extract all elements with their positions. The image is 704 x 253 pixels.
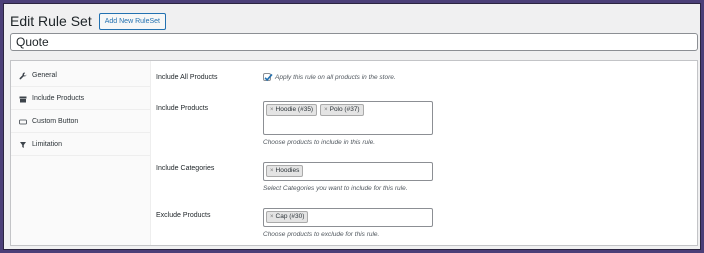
app-window: Edit Rule Set Add New RuleSet General In… xyxy=(3,3,701,250)
include-categories-select[interactable]: × Hoodies xyxy=(263,162,433,181)
rule-title-input[interactable] xyxy=(10,33,698,51)
add-new-ruleset-button[interactable]: Add New RuleSet xyxy=(98,12,166,30)
product-chip: × Cap (#30) xyxy=(266,211,309,223)
exclude-products-select[interactable]: × Cap (#30) xyxy=(263,208,433,227)
box-icon xyxy=(19,95,27,103)
exclude-products-label: Exclude Products xyxy=(156,212,211,219)
tab-limitation[interactable]: Limitation xyxy=(11,134,151,156)
include-products-description: Choose products to include in this rule. xyxy=(263,139,376,146)
settings-tabs: General Include Products Custom Button L… xyxy=(11,61,151,245)
tab-general-label: General xyxy=(32,72,57,79)
product-chip: × Polo (#37) xyxy=(320,104,364,116)
tab-limitation-label: Limitation xyxy=(32,141,62,148)
category-chip: × Hoodies xyxy=(266,165,304,177)
remove-chip-icon[interactable]: × xyxy=(324,106,328,114)
tab-general[interactable]: General xyxy=(11,65,151,87)
page-title: Edit Rule Set xyxy=(10,13,92,29)
tab-include-products[interactable]: Include Products xyxy=(11,88,151,110)
remove-chip-icon[interactable]: × xyxy=(270,106,274,114)
tab-include-products-label: Include Products xyxy=(32,95,85,102)
exclude-products-description: Choose products to exclude for this rule… xyxy=(263,231,380,238)
include-categories-description: Select Categories you want to include fo… xyxy=(263,185,408,192)
include-all-label: Include All Products xyxy=(156,74,218,81)
include-all-checkbox[interactable] xyxy=(263,73,273,82)
rule-settings-panel: General Include Products Custom Button L… xyxy=(10,60,698,246)
include-products-label: Include Products xyxy=(156,105,209,112)
include-categories-label: Include Categories xyxy=(156,165,215,172)
filter-icon xyxy=(19,141,27,149)
button-icon xyxy=(19,118,27,126)
include-products-select[interactable]: × Hoodie (#35) × Polo (#37) xyxy=(263,101,433,135)
remove-chip-icon[interactable]: × xyxy=(270,167,274,175)
include-all-description: Apply this rule on all products in the s… xyxy=(275,74,396,81)
tab-custom-button[interactable]: Custom Button xyxy=(11,111,151,133)
remove-chip-icon[interactable]: × xyxy=(270,213,274,221)
checkmark-icon xyxy=(264,73,273,82)
tab-custom-button-label: Custom Button xyxy=(32,118,79,125)
page-header: Edit Rule Set Add New RuleSet xyxy=(10,12,166,30)
product-chip: × Hoodie (#35) xyxy=(266,104,318,116)
wrench-icon xyxy=(19,72,27,80)
